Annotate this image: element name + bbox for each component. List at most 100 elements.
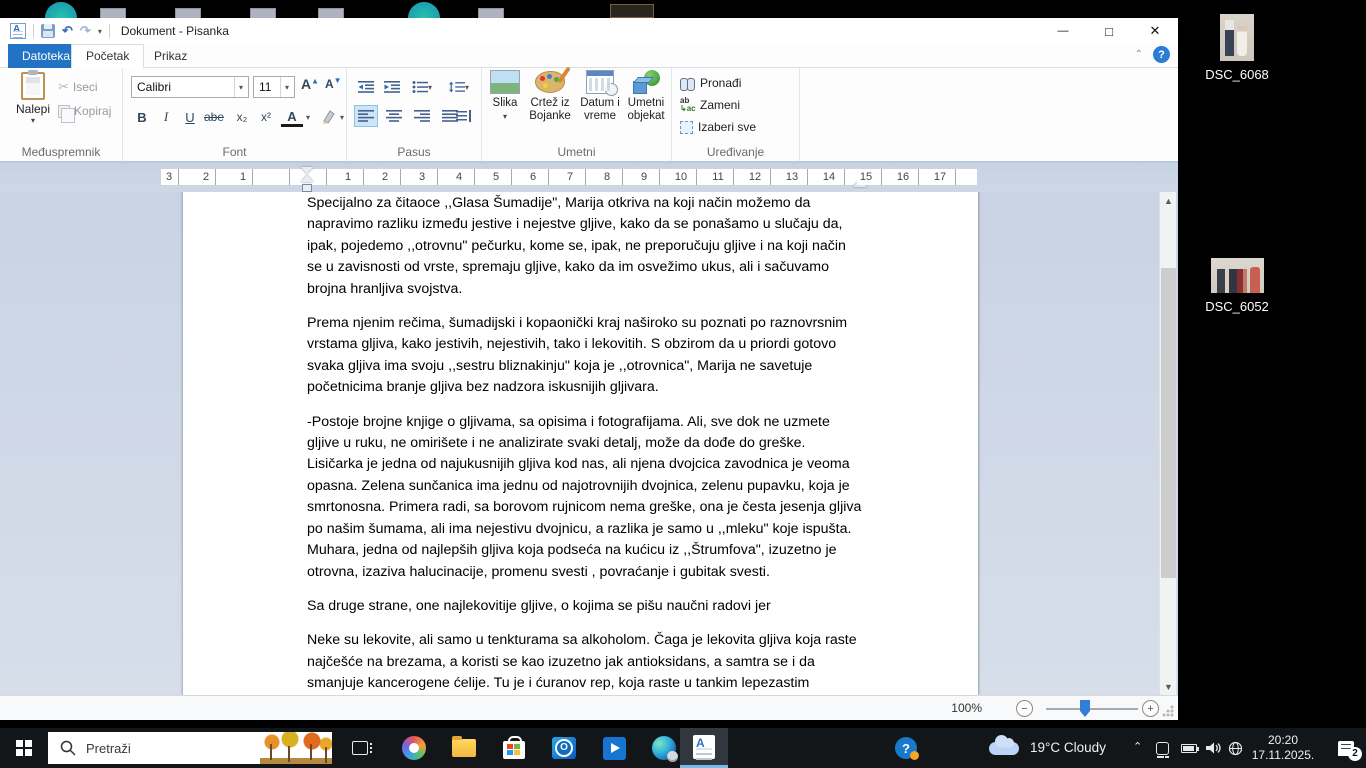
wordpad-app-icon[interactable] [10,23,26,39]
resize-grip[interactable] [1162,705,1174,717]
zoom-out-button[interactable]: − [1016,700,1033,717]
tab-home[interactable]: Početak [71,44,144,68]
increase-indent-button[interactable] [380,76,404,98]
zoom-in-button[interactable]: + [1142,700,1159,717]
document-paragraph: -Postoje brojne knjige o gljivama, sa op… [307,412,863,583]
document-text[interactable]: Specijalno za čitaoce ,,Glasa Šumadije",… [307,193,863,695]
decrease-indent-button[interactable] [354,76,378,98]
ruler-number: 17 [931,170,949,185]
chevron-down-icon[interactable]: ▾ [303,106,313,128]
tray-volume[interactable] [1206,728,1221,768]
taskbar-outlook[interactable] [540,728,588,768]
align-center-button[interactable] [382,105,406,127]
underline-button[interactable]: U [179,106,201,128]
zoom-slider-track[interactable] [1046,708,1138,710]
shrink-font-button[interactable]: A▼ [325,76,342,91]
start-button[interactable] [0,728,48,768]
desktop-icon-dsc6052[interactable]: DSC_6052 [1202,258,1272,314]
chevron-down-icon[interactable]: ▾ [337,106,347,128]
tray-device[interactable] [1156,728,1169,768]
save-icon[interactable] [41,24,55,38]
taskbar-wordpad-active[interactable] [680,728,728,768]
strikethrough-button[interactable]: abe [203,106,225,128]
font-family-combo[interactable]: Calibri ▾ [131,76,249,98]
font-size-combo[interactable]: 11 ▾ [253,76,295,98]
picture-icon [490,70,520,94]
chevron-up-icon[interactable]: ⌃ [1133,740,1142,753]
paint-drawing-label: Crtež iz Bojanke [524,97,576,123]
weather-widget[interactable] [980,728,1028,768]
subscript-button[interactable]: x₂ [231,106,253,128]
ruler-number: 2 [379,170,391,185]
group-label: Međuspremnik [0,145,122,159]
group-label: Font [123,145,346,159]
taskbar-copilot[interactable] [390,728,438,768]
italic-button[interactable]: I [155,106,177,128]
search-icon [60,740,76,756]
taskbar-store[interactable] [490,728,538,768]
find-button[interactable]: Pronađi [680,74,741,92]
select-all-button[interactable]: Izaberi sve [680,118,756,136]
bullets-icon [412,81,428,93]
cut-button[interactable]: ✂ Iseci [58,78,98,96]
taskbar-file-explorer[interactable] [440,728,488,768]
insert-picture-button[interactable]: Slika ▾ [486,70,524,123]
insert-object-button[interactable]: Umetni objekat [622,70,670,123]
scroll-down-icon[interactable]: ▼ [1160,678,1177,695]
align-right-button[interactable] [410,105,434,127]
maximize-button[interactable]: □ [1086,18,1132,44]
tray-battery[interactable] [1181,728,1197,768]
bold-button[interactable]: B [131,106,153,128]
collapse-ribbon-icon[interactable]: ⌃ [1135,49,1143,60]
help-icon[interactable]: ? [1153,46,1170,63]
ruler-number: 6 [527,170,539,185]
insert-paint-drawing-button[interactable]: Crtež iz Bojanke [524,70,576,123]
ruler-number: 10 [672,170,690,185]
tray-network[interactable] [1228,728,1243,768]
ruler-strip[interactable]: 3211234567891011121314151617 [160,168,978,186]
background-app-icon [610,4,654,18]
background-app-icon [408,2,440,18]
scrollbar-thumb[interactable] [1161,268,1176,578]
vertical-scrollbar[interactable]: ▲ ▼ [1159,192,1176,695]
decrease-indent-icon [358,81,374,93]
tab-view[interactable]: Prikaz [140,44,201,68]
zoom-slider-thumb[interactable] [1080,700,1090,717]
bullets-button[interactable]: ▾ [406,76,438,98]
copy-icon [58,105,70,118]
ruler-number: 3 [163,170,175,185]
cut-label: Iseci [73,80,98,94]
grow-font-button[interactable]: A▲ [301,76,319,92]
superscript-button[interactable]: x² [255,106,277,128]
copilot-icon [402,736,426,760]
time: 20:20 [1248,733,1318,748]
window-controls: — □ ✕ [1040,18,1178,44]
copy-button[interactable]: Kopiraj [58,102,111,120]
align-left-button[interactable] [354,105,378,127]
undo-icon[interactable]: ↶ [62,24,73,38]
scroll-up-icon[interactable]: ▲ [1160,192,1177,209]
weather-text[interactable]: 19°C Cloudy [1030,740,1106,755]
task-view-button[interactable] [336,728,384,768]
desktop-icon-dsc6068[interactable]: DSC_6068 [1202,14,1272,82]
search-box[interactable]: Pretraži [48,732,332,764]
taskbar-help[interactable]: ? [882,728,930,768]
clock[interactable]: 20:20 17.11.2025. [1248,733,1318,763]
chevron-down-icon: ▾ [280,77,289,97]
taskbar-movies[interactable] [590,728,638,768]
redo-icon[interactable]: ↷ [80,24,91,38]
insert-date-time-button[interactable]: Datum i vreme [578,70,622,123]
document-paragraph: Neke su lekovite, ali samo u tenkturama … [307,630,863,695]
replace-button[interactable]: ab↳ac Zameni [680,96,740,114]
font-color-button[interactable]: A [281,108,303,127]
line-spacing-button[interactable]: ▾ [442,76,476,98]
minimize-button[interactable]: — [1040,18,1086,44]
paragraph-icon [456,110,472,122]
qat-customize-icon[interactable]: ▾ [98,27,102,36]
close-button[interactable]: ✕ [1132,18,1178,44]
paste-button[interactable]: Nalepi ▾ [12,72,54,144]
indent-marker[interactable] [300,167,314,195]
paragraph-dialog-button[interactable] [452,105,476,127]
page[interactable]: Specijalno za čitaoce ,,Glasa Šumadije",… [183,192,978,695]
highlight-button[interactable] [317,106,339,128]
